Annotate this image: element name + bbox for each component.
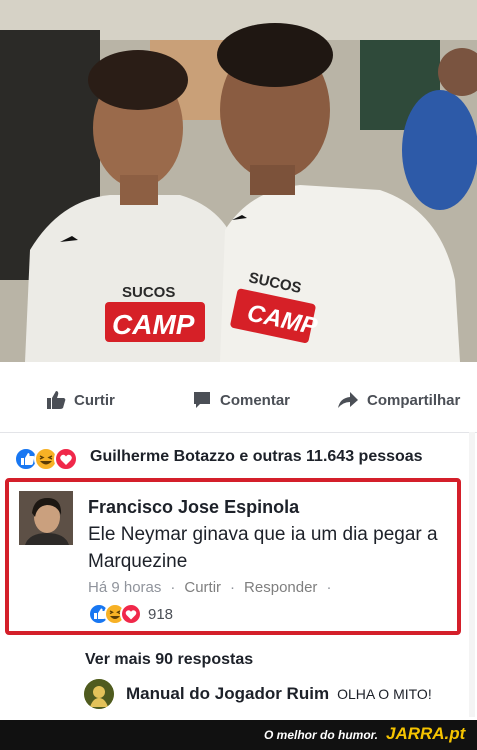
comment-reactions[interactable]: 918 [88, 603, 173, 625]
comment-author-avatar[interactable] [19, 491, 73, 545]
photo-image: SUCOS CAMP SUCOS CAMP [0, 0, 477, 362]
comment-meta: Há 9 horas · Curtir · Responder · [88, 579, 332, 596]
shirt-brand-left: SUCOS [122, 284, 175, 301]
watermark-footer: O melhor do humor. JARRA.pt [0, 720, 477, 750]
comment-reaction-icons [88, 603, 142, 625]
watermark-tagline: O melhor do humor. [264, 728, 379, 742]
reaction-icons [14, 447, 78, 471]
scrollbar[interactable] [469, 432, 475, 717]
comment-label: Comentar [220, 391, 291, 409]
comment-author[interactable]: Francisco Jose Espinola [88, 497, 299, 518]
like-label: Curtir [74, 391, 115, 409]
comment-time: Há 9 horas [88, 579, 162, 596]
post-action-bar: Curtir Comentar Compartilhar [0, 362, 477, 433]
share-label: Compartilhar [367, 391, 461, 409]
watermark-logo: JARRA.pt [386, 724, 466, 743]
shirt-logo-left: CAMP [112, 309, 195, 340]
comment-text: Ele Neymar ginava que ia um dia pegar a … [88, 524, 438, 572]
reactions-summary[interactable]: Guilherme Botazzo e outras 11.643 pessoa… [0, 432, 477, 482]
more-replies-link[interactable]: Ver mais 90 respostas [85, 651, 253, 669]
reply-preview[interactable]: Manual do Jogador Ruim OLHA O MITO! [84, 679, 432, 709]
haha-icon [34, 447, 58, 471]
thumbs-up-icon [47, 391, 66, 409]
post-photo[interactable]: SUCOS CAMP SUCOS CAMP [0, 0, 477, 362]
reply-author-avatar[interactable] [84, 679, 114, 709]
comment-reaction-count: 918 [148, 605, 174, 623]
reply-text: OLHA O MITO! [337, 686, 432, 702]
reply-author[interactable]: Manual do Jogador Ruim [126, 684, 329, 704]
comment-button[interactable]: Comentar [192, 390, 290, 410]
share-button[interactable]: Compartilhar [337, 390, 460, 410]
reply-avatar-image [84, 679, 114, 709]
comment-reply-link[interactable]: Responder [244, 579, 317, 596]
share-arrow-icon [338, 392, 358, 408]
reactions-summary-text: Guilherme Botazzo e outras 11.643 pessoa… [90, 448, 423, 465]
like-button[interactable]: Curtir [46, 390, 115, 410]
comment-icon [194, 392, 210, 408]
avatar-image [19, 491, 73, 545]
comment-like-link[interactable]: Curtir [184, 579, 221, 596]
highlighted-comment: Francisco Jose Espinola Ele Neymar ginav… [5, 478, 461, 635]
